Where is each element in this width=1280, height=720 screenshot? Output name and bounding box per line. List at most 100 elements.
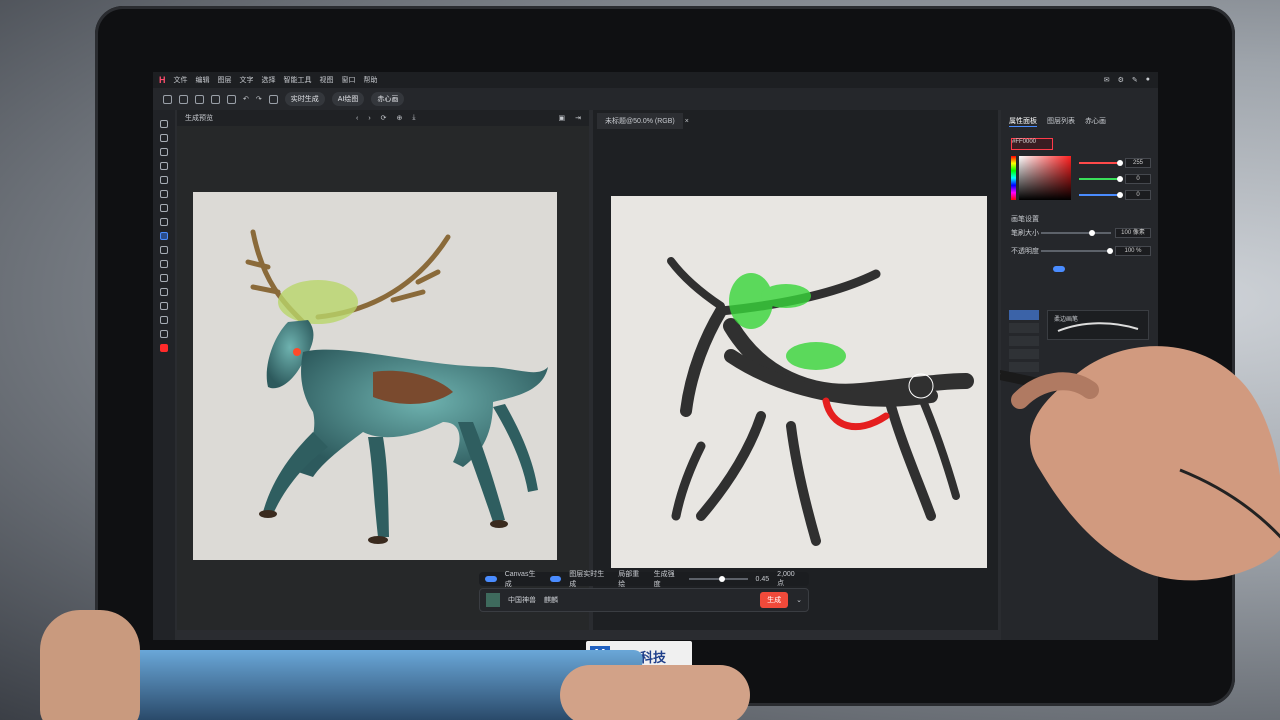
- blue-value[interactable]: 0: [1125, 190, 1151, 200]
- strength-label: 生成强度: [653, 571, 675, 588]
- sketch-canvas[interactable]: [611, 196, 987, 568]
- artboard-tool-icon[interactable]: [160, 134, 168, 142]
- opacity-value[interactable]: 100 %: [1115, 246, 1151, 256]
- undo-icon[interactable]: ↶: [243, 95, 249, 103]
- prev-arrow-icon[interactable]: ‹: [356, 115, 358, 122]
- canvas-generate-label: Canvas生成: [504, 571, 536, 588]
- tab-chixin[interactable]: 赤心画: [1085, 116, 1106, 127]
- menu-item-text[interactable]: 文字: [240, 75, 254, 85]
- menu-item-edit[interactable]: 编辑: [196, 75, 210, 85]
- opacity-slider[interactable]: [1041, 248, 1113, 254]
- preview-pane-title: 生成预览: [185, 115, 213, 122]
- print-icon[interactable]: [211, 94, 220, 104]
- prompt-bar: 中国神兽 麒麟 生成 ⌄: [479, 588, 809, 612]
- local-redraw-label: 局部重绘: [618, 571, 640, 588]
- hue-strip[interactable]: [1011, 156, 1016, 200]
- realtime-generate-button[interactable]: 实时生成: [284, 92, 325, 106]
- mail-icon[interactable]: ✉: [1104, 76, 1110, 84]
- download-icon[interactable]: ⤓: [412, 114, 415, 122]
- model-thumbnail: [486, 593, 500, 607]
- model-selector[interactable]: 中国神兽: [508, 595, 536, 605]
- zoom-icon[interactable]: ⊕: [397, 114, 403, 122]
- generate-button[interactable]: 生成: [760, 592, 789, 608]
- layer-realtime-toggle[interactable]: [549, 576, 562, 582]
- edit-icon[interactable]: ✎: [1132, 76, 1138, 84]
- brush-sketch: [667, 257, 974, 546]
- strength-value: 0.45: [755, 575, 770, 583]
- redo-icon[interactable]: ↷: [256, 95, 262, 103]
- brush-category-item[interactable]: [1009, 310, 1039, 320]
- menu-item-view[interactable]: 视图: [320, 75, 334, 85]
- crop-tool-icon[interactable]: [160, 190, 168, 198]
- copy-icon[interactable]: [227, 94, 236, 104]
- generation-options-bar: Canvas生成 图层实时生成 局部重绘 生成强度 0.45 2,000 点: [479, 570, 809, 588]
- tab-properties[interactable]: 属性面板: [1009, 116, 1037, 127]
- user-avatar-icon[interactable]: ●: [1146, 76, 1150, 84]
- menu-item-file[interactable]: 文件: [174, 75, 188, 85]
- blur-tool-icon[interactable]: [160, 288, 168, 296]
- stamp-tool-icon[interactable]: [160, 246, 168, 254]
- qilin-illustration: [245, 229, 548, 544]
- document-tab[interactable]: 未标题@50.0% (RGB): [597, 113, 683, 129]
- properties-tabs: 属性面板 图层列表 赤心画: [1001, 110, 1158, 133]
- top-toolbar: ↶ ↷ 实时生成 AI绘图 赤心画: [153, 88, 1158, 110]
- next-arrow-icon[interactable]: ›: [368, 115, 370, 122]
- text-tool-icon[interactable]: [160, 218, 168, 226]
- green-value[interactable]: 0: [1125, 174, 1151, 184]
- generated-image: [193, 192, 557, 560]
- lasso-tool-icon[interactable]: [160, 162, 168, 170]
- sketch-pane: 未标题@50.0% (RGB) ×: [593, 110, 998, 630]
- brush-size-value[interactable]: 100 像素: [1115, 228, 1151, 238]
- export-icon[interactable]: ⇥: [575, 114, 581, 122]
- refresh-icon[interactable]: ⟳: [381, 114, 387, 122]
- layer-realtime-label: 图层实时生成: [569, 571, 605, 588]
- hand-tool-icon[interactable]: [160, 302, 168, 310]
- color-picker-square[interactable]: [1019, 156, 1071, 200]
- menu-item-window[interactable]: 窗口: [342, 75, 356, 85]
- prompt-input[interactable]: 麒麟: [544, 595, 558, 605]
- new-file-icon[interactable]: [163, 94, 172, 104]
- red-slider[interactable]: [1079, 160, 1123, 166]
- magic-wand-icon[interactable]: [160, 176, 168, 184]
- chixin-paint-button[interactable]: 赤心画: [371, 92, 405, 106]
- lock-icon[interactable]: ▣: [559, 114, 566, 122]
- opacity-label: 不透明度: [1011, 248, 1039, 255]
- marquee-tool-icon[interactable]: [160, 148, 168, 156]
- strength-slider[interactable]: [688, 576, 748, 582]
- credit-count: 2,000 点: [777, 570, 795, 587]
- app-logo: H: [159, 75, 166, 85]
- menu-item-layer[interactable]: 图层: [218, 75, 232, 85]
- brush-size-slider[interactable]: [1041, 230, 1111, 236]
- red-value[interactable]: 255: [1125, 158, 1151, 168]
- hex-color-field[interactable]: #FF0000: [1011, 138, 1053, 150]
- menu-item-select[interactable]: 选择: [262, 75, 276, 85]
- tab-layers[interactable]: 图层列表: [1047, 116, 1075, 127]
- close-tab-icon[interactable]: ×: [685, 118, 689, 125]
- save-icon[interactable]: [195, 94, 204, 104]
- left-hand: [40, 610, 140, 720]
- more-options-icon[interactable]: ⌄: [796, 596, 802, 604]
- canvas-generate-toggle[interactable]: [485, 576, 497, 582]
- pen-tool-icon[interactable]: [160, 204, 168, 212]
- blue-slider[interactable]: [1079, 192, 1123, 198]
- right-hand-with-stylus: [1000, 346, 1280, 581]
- eraser-tool-icon[interactable]: [160, 260, 168, 268]
- color-swatch-icon[interactable]: [160, 344, 168, 352]
- menu-item-help[interactable]: 帮助: [364, 75, 378, 85]
- pressure-toggle[interactable]: [1053, 266, 1065, 272]
- brush-tool-icon[interactable]: [160, 232, 168, 240]
- delete-icon[interactable]: [268, 94, 278, 104]
- settings-icon[interactable]: ⚙: [1118, 76, 1124, 84]
- photo-scene: H 文件 编辑 图层 文字 选择 智能工具 视图 窗口 帮助 ✉ ⚙ ✎ ● ↶: [0, 0, 1280, 720]
- eyedropper-tool-icon[interactable]: [160, 330, 168, 338]
- preview-pane-header: 生成预览 ‹ › ⟳ ⊕ ⤓ ▣ ⇥: [177, 110, 589, 126]
- open-folder-icon[interactable]: [179, 94, 188, 104]
- zoom-tool-icon[interactable]: [160, 316, 168, 324]
- preview-pane: 生成预览 ‹ › ⟳ ⊕ ⤓ ▣ ⇥: [177, 110, 589, 630]
- green-slider[interactable]: [1079, 176, 1123, 182]
- ai-draw-button[interactable]: AI绘图: [331, 92, 365, 106]
- fill-tool-icon[interactable]: [160, 274, 168, 282]
- menu-item-smart-tools[interactable]: 智能工具: [284, 75, 312, 85]
- move-tool-icon[interactable]: [160, 120, 168, 128]
- brush-size-label: 笔刷大小: [1011, 230, 1039, 237]
